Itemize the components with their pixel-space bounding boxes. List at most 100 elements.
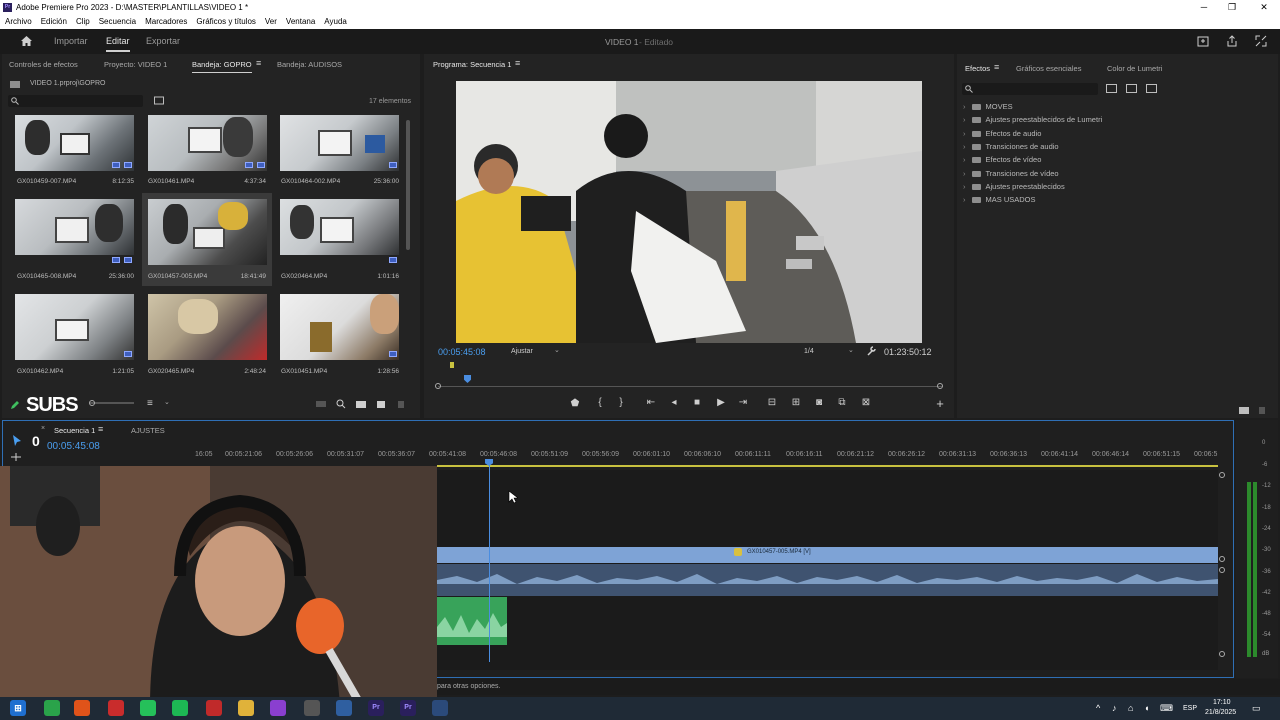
compare-icon[interactable]: ⧉ (835, 397, 849, 408)
tab-program[interactable]: Programa: Secuencia 1 (433, 60, 511, 69)
effects-folder-item[interactable]: › MOVES (963, 102, 1013, 111)
scrub-end-handle[interactable] (937, 383, 943, 389)
menu-clip[interactable]: Clip (76, 15, 90, 29)
tab-essential-graphics[interactable]: Gráficos esenciales (1016, 64, 1081, 73)
wrench-icon[interactable] (866, 346, 876, 356)
premiere-taskbar-icon[interactable]: Pr (368, 700, 384, 716)
premiere-taskbar-icon[interactable]: Pr (400, 700, 416, 716)
tab-bin-audisos[interactable]: Bandeja: AUDISOS (277, 60, 342, 69)
add-marker-icon[interactable]: ⬟ (568, 398, 582, 409)
effects-folder-item[interactable]: › Ajustes preestablecidos de Lumetri (963, 115, 1102, 124)
stop-icon[interactable]: ■ (690, 397, 704, 408)
scrub-start-handle[interactable] (435, 383, 441, 389)
mic-icon[interactable]: ♪ (1112, 703, 1117, 713)
quality-dropdown[interactable]: 1/4 (804, 348, 814, 355)
effects-folder-item[interactable]: › Transiciones de vídeo (963, 169, 1059, 178)
extract-icon[interactable]: ⊞ (789, 397, 803, 408)
program-scrub-bar[interactable] (438, 386, 942, 387)
menu-edicion[interactable]: Edición (41, 15, 67, 29)
menu-secuencia[interactable]: Secuencia (99, 15, 136, 29)
fullscreen-icon[interactable] (1255, 35, 1267, 47)
app-icon[interactable] (304, 700, 320, 716)
clip-thumbnail[interactable] (15, 294, 134, 360)
app-icon[interactable] (44, 700, 60, 716)
accelerated-effects-icon[interactable] (1106, 84, 1117, 93)
panel-menu-icon[interactable]: ≡ (994, 62, 999, 72)
new-item-icon[interactable] (376, 399, 386, 409)
zoom-slider[interactable] (90, 402, 134, 404)
trash-icon[interactable] (396, 399, 406, 409)
menu-ayuda[interactable]: Ayuda (324, 15, 347, 29)
steam-icon[interactable] (432, 700, 448, 716)
notification-icon[interactable]: ▭ (1252, 703, 1261, 714)
new-bin-icon[interactable] (154, 96, 164, 105)
mark-out-icon[interactable]: } (614, 397, 628, 408)
close-tab-icon[interactable]: × (41, 425, 45, 432)
effects-folder-item[interactable]: › Ajustes preestablecidos (963, 182, 1065, 191)
scroll-handle[interactable] (1219, 651, 1225, 657)
track-select-tool-icon[interactable] (10, 452, 22, 462)
clip-thumbnail[interactable] (280, 199, 399, 255)
export-frame-icon[interactable]: ◙ (812, 397, 826, 408)
zoom-slider-handle[interactable] (89, 400, 95, 406)
yuv-effects-icon[interactable] (1146, 84, 1157, 93)
spotify-icon[interactable] (172, 700, 188, 716)
chevron-down-icon[interactable]: ⌄ (164, 398, 170, 406)
whatsapp-icon[interactable] (140, 700, 156, 716)
clip-thumbnail[interactable] (15, 199, 134, 255)
home-icon[interactable] (20, 35, 33, 47)
tab-exportar[interactable]: Exportar (146, 36, 180, 46)
restore-icon[interactable]: ❐ (1218, 0, 1246, 15)
menu-ventana[interactable]: Ventana (286, 15, 315, 29)
effects-folder-item[interactable]: › Efectos de vídeo (963, 155, 1041, 164)
app-icon[interactable] (206, 700, 222, 716)
menu-archivo[interactable]: Archivo (5, 15, 32, 29)
windows-start-icon[interactable]: ⊞ (10, 700, 26, 716)
panel-menu-icon[interactable]: ≡ (256, 58, 261, 68)
tray-chevron-icon[interactable]: ^ (1096, 703, 1100, 713)
tab-editar[interactable]: Editar (106, 36, 130, 52)
tab-importar[interactable]: Importar (54, 36, 88, 46)
audio-clip-green[interactable] (437, 597, 507, 645)
lift-icon[interactable]: ⊟ (765, 397, 779, 408)
tab-effect-controls[interactable]: Controles de efectos (9, 60, 78, 69)
tab-bin-gopro[interactable]: Bandeja: GOPRO (192, 60, 252, 73)
video-clip[interactable] (437, 547, 1218, 563)
close-icon[interactable]: ✕ (1250, 0, 1278, 15)
add-button-icon[interactable]: + (933, 396, 947, 411)
chevron-down-icon[interactable]: ⌄ (848, 346, 854, 354)
menu-ver[interactable]: Ver (265, 15, 277, 29)
clip-thumbnail[interactable] (148, 199, 267, 265)
panel-menu-icon[interactable]: ≡ (98, 424, 103, 434)
clock-time[interactable]: 17:10 (1213, 699, 1231, 706)
app-icon[interactable] (270, 700, 286, 716)
new-bin-icon[interactable] (1239, 406, 1249, 414)
trash-icon[interactable] (1257, 405, 1267, 415)
language-indicator[interactable]: ESP (1183, 705, 1197, 712)
sort-icon[interactable]: ≡ (147, 398, 153, 409)
scroll-handle[interactable] (1219, 567, 1225, 573)
share-icon[interactable] (1226, 35, 1238, 47)
audio-clip-linked[interactable] (437, 564, 1218, 596)
network-icon[interactable]: ⌂ (1128, 703, 1133, 713)
timeline-timecode[interactable]: 00:05:45:08 (47, 441, 100, 452)
tab-lumetri-color[interactable]: Color de Lumetri (1107, 64, 1162, 73)
folder-icon[interactable] (238, 700, 254, 716)
selection-tool-icon[interactable] (12, 434, 22, 446)
clock-date[interactable]: 21/8/2025 (1205, 709, 1236, 716)
quick-export-icon[interactable] (1197, 36, 1209, 47)
app-icon[interactable] (336, 700, 352, 716)
step-back-icon[interactable]: ◂ (667, 397, 681, 408)
effects-folder-item[interactable]: › Efectos de audio (963, 129, 1041, 138)
work-area-bar[interactable] (437, 465, 1218, 467)
menu-marcadores[interactable]: Marcadores (145, 15, 187, 29)
tab-ajustes[interactable]: AJUSTES (131, 426, 165, 435)
mark-in-icon[interactable]: { (593, 397, 607, 408)
effects-folder-item[interactable]: › Transiciones de audio (963, 142, 1059, 151)
app-icon[interactable] (108, 700, 124, 716)
clip-thumbnail[interactable] (280, 115, 399, 171)
go-to-in-icon[interactable]: ⇤ (644, 397, 658, 408)
tab-project[interactable]: Proyecto: VIDEO 1 (104, 60, 167, 69)
find-icon[interactable] (336, 399, 346, 409)
automate-icon[interactable] (316, 400, 326, 408)
